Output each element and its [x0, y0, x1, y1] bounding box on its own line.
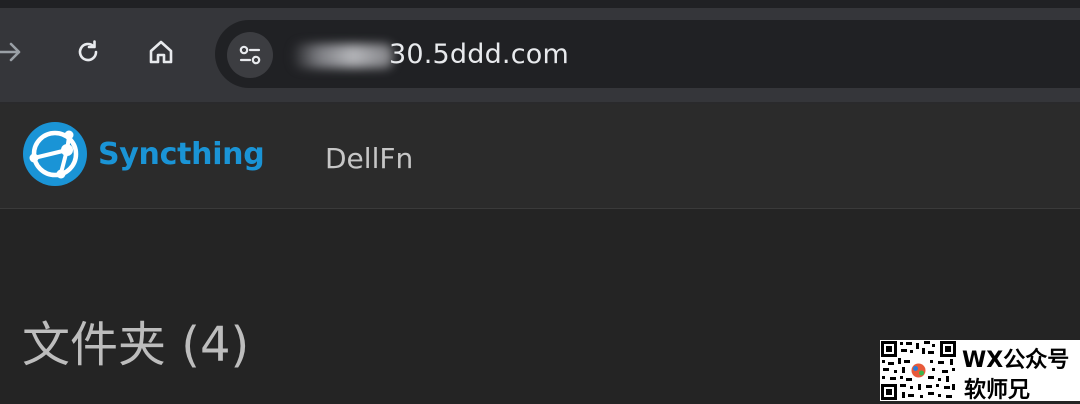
- forward-arrow-icon: [0, 42, 21, 62]
- browser-toolbar: 30.5ddd.com: [0, 8, 1080, 102]
- syncthing-logo-icon: [23, 122, 87, 186]
- url-redacted-blur: [293, 44, 393, 68]
- watermark: WX公众号 软师兄: [880, 340, 1080, 403]
- reload-button[interactable]: [66, 30, 110, 74]
- brand-name: Syncthing: [98, 136, 265, 172]
- address-bar[interactable]: 30.5ddd.com: [215, 20, 1080, 88]
- watermark-line1: WX公众号: [962, 348, 1070, 373]
- tune-icon: [239, 45, 261, 65]
- watermark-line2: 软师兄: [964, 378, 1031, 403]
- browser-top-strip: [0, 0, 1080, 8]
- home-icon: [149, 40, 173, 64]
- home-button[interactable]: [139, 30, 183, 74]
- syncthing-navbar: Syncthing DellFn: [0, 104, 1080, 209]
- reload-icon: [78, 40, 98, 62]
- qr-code-icon: [880, 340, 957, 401]
- folders-section-title: 文件夹 (4): [22, 317, 250, 373]
- site-info-button[interactable]: [227, 32, 273, 78]
- brand[interactable]: Syncthing: [22, 120, 265, 188]
- url-text[interactable]: 30.5ddd.com: [389, 37, 569, 73]
- forward-button[interactable]: [0, 30, 32, 74]
- device-name: DellFn: [325, 142, 414, 175]
